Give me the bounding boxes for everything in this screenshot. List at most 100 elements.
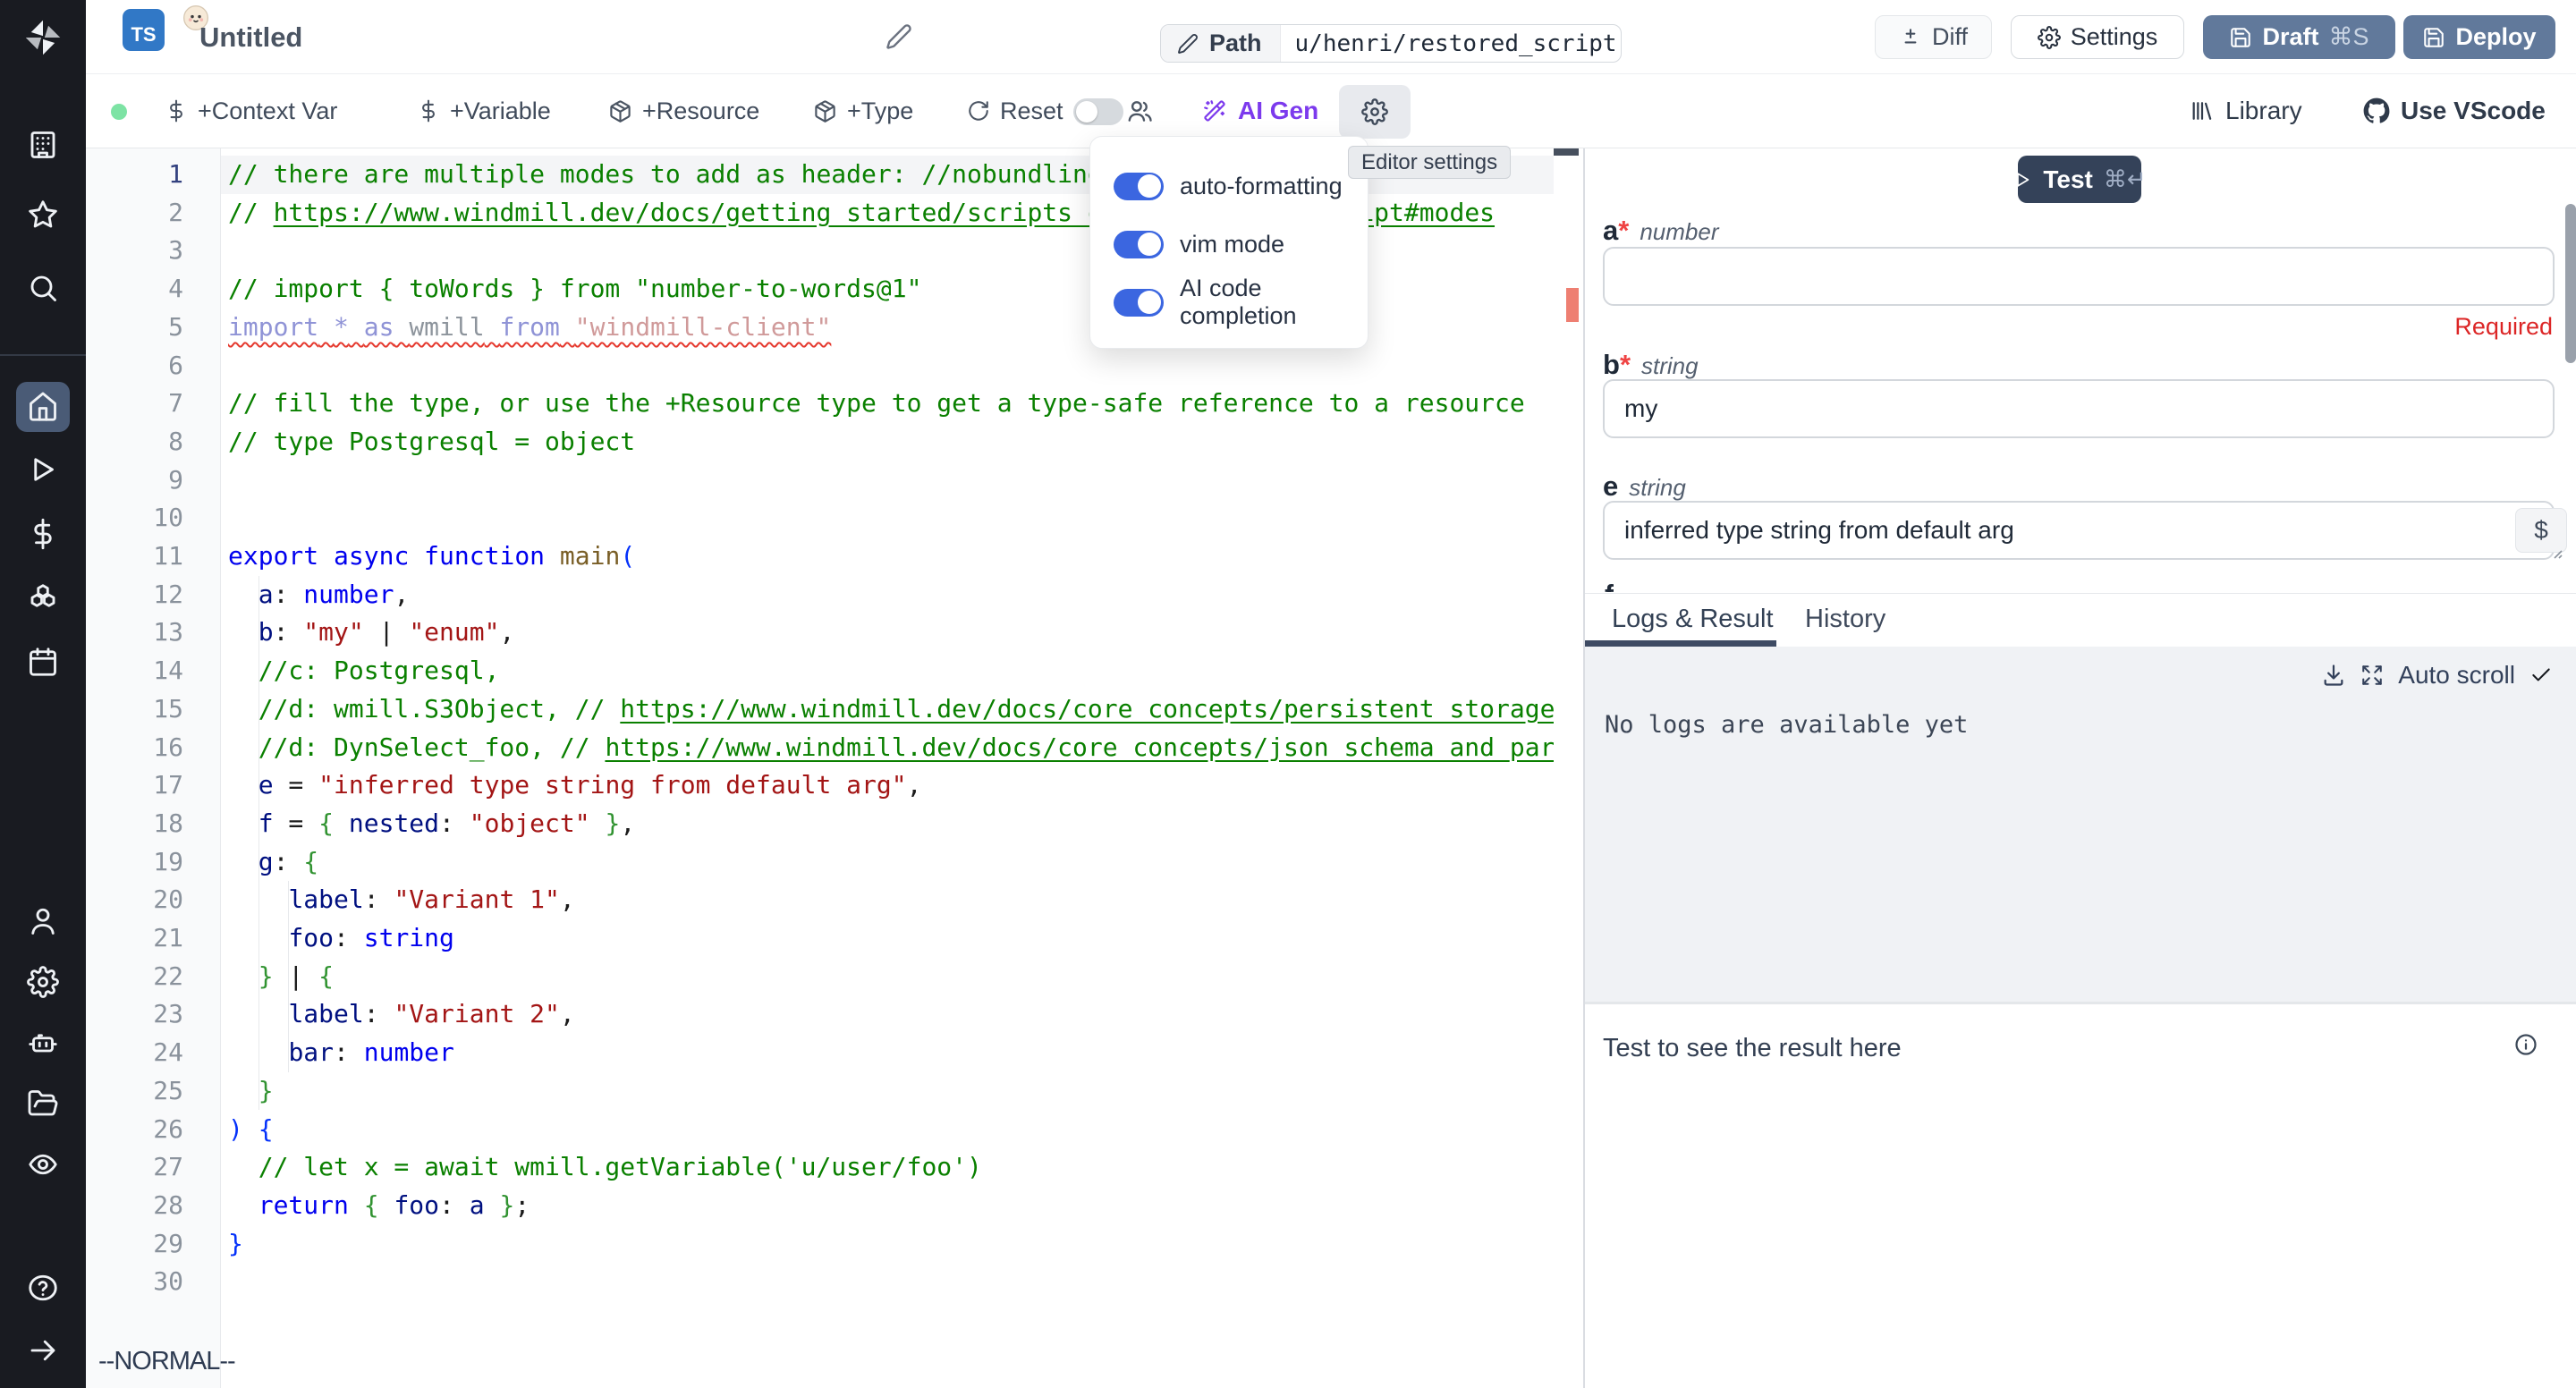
code-line: // type Postgresql = object: [228, 423, 635, 461]
tab-history[interactable]: History: [1805, 598, 1885, 640]
test-button[interactable]: Test ⌘↵: [2018, 156, 2141, 203]
use-vscode-label: Use VScode: [2401, 97, 2546, 125]
resize-handle[interactable]: [2549, 546, 2563, 564]
eye-icon: [27, 1148, 59, 1181]
collab-toggle[interactable]: [1073, 98, 1123, 125]
code-line: }: [228, 1225, 243, 1264]
overview-ruler[interactable]: [1554, 148, 1579, 1388]
diff-icon: [1899, 26, 1922, 49]
code-line: //d: DynSelect_foo, // https://www.windm…: [228, 729, 1554, 767]
code-line: b: "my" | "enum",: [228, 614, 514, 652]
sidebar-item-arrow-right[interactable]: [0, 1325, 86, 1375]
edit-summary-pencil-icon[interactable]: [886, 23, 912, 55]
sidebar-item-folder-open[interactable]: [0, 1079, 86, 1129]
download-logs-icon[interactable]: [2321, 663, 2346, 688]
sidebar-item-building[interactable]: [0, 120, 86, 170]
auto-formatting-label: auto-formatting: [1180, 173, 1343, 200]
field-a-label: a* number: [1603, 215, 1718, 247]
code-line: ) {: [228, 1111, 274, 1149]
field-a-input[interactable]: [1603, 247, 2555, 306]
home-icon: [27, 391, 59, 423]
diff-button[interactable]: Diff: [1875, 15, 1992, 59]
gear-icon: [1361, 98, 1388, 125]
sidebar-item-home[interactable]: [0, 382, 86, 432]
code-line: label: "Variant 1",: [228, 881, 575, 919]
field-b-input[interactable]: my: [1603, 379, 2555, 438]
field-e-label: e string: [1603, 470, 1686, 503]
wand-sparkles-icon: [1202, 98, 1227, 123]
line-number: 21: [86, 919, 183, 958]
path-label: Path: [1209, 30, 1262, 57]
add-type-button[interactable]: +Type: [813, 74, 913, 148]
search-icon: [27, 272, 59, 304]
line-number: 26: [86, 1111, 183, 1149]
sidebar-item-user[interactable]: [0, 896, 86, 946]
test-shortcut: ⌘↵: [2104, 165, 2147, 193]
sidebar-item-calendar[interactable]: [0, 637, 86, 687]
refresh-icon: [967, 99, 990, 123]
deploy-label: Deploy: [2455, 23, 2536, 51]
line-number: 3: [86, 232, 183, 270]
users-icon[interactable]: [1126, 97, 1153, 129]
library-button[interactable]: Library: [2190, 74, 2302, 148]
line-number: 8: [86, 423, 183, 461]
auto-scroll-checkbox[interactable]: [2529, 664, 2553, 687]
sidebar-item-bot[interactable]: [0, 1018, 86, 1068]
line-number: 30: [86, 1263, 183, 1301]
add-resource-button[interactable]: +Resource: [608, 74, 759, 148]
deploy-button[interactable]: Deploy: [2403, 15, 2555, 59]
field-e-input[interactable]: inferred type string from default arg: [1603, 501, 2555, 560]
panel-scrollbar[interactable]: [2565, 204, 2576, 363]
line-number: 20: [86, 881, 183, 919]
code-line: import * as wmill from "windmill-client": [228, 309, 831, 347]
line-number: 18: [86, 805, 183, 843]
auto-formatting-toggle[interactable]: [1114, 173, 1164, 200]
draft-button[interactable]: Draft ⌘S: [2203, 15, 2395, 59]
editor-settings-button[interactable]: [1339, 85, 1411, 139]
gear-icon: [2038, 26, 2061, 49]
required-error: Required: [2454, 313, 2553, 341]
use-vscode-button[interactable]: Use VScode: [2363, 74, 2546, 148]
sidebar-item-search[interactable]: [0, 263, 86, 313]
vim-mode-toggle[interactable]: [1114, 231, 1164, 258]
tab-logs-result[interactable]: Logs & Result: [1612, 598, 1774, 640]
line-number: 28: [86, 1187, 183, 1225]
path-value: u/henri/restored_script: [1281, 25, 1617, 62]
sidebar-item-star[interactable]: [0, 190, 86, 240]
line-number: 23: [86, 995, 183, 1034]
ai-code-completion-toggle[interactable]: [1114, 289, 1164, 317]
add-context-var-button[interactable]: +Context Var: [165, 74, 337, 148]
windmill-logo[interactable]: [0, 13, 86, 63]
ai-code-completion-label: AI code completion: [1180, 275, 1344, 330]
page-title: Untitled: [199, 21, 302, 54]
vim-status-bar: --NORMAL--: [98, 1347, 235, 1376]
code-line: f = { nested: "object" },: [228, 805, 635, 843]
menu-item-auto-formatting: auto-formatting: [1114, 164, 1344, 208]
code-line: } | {: [228, 958, 334, 996]
code-line: label: "Variant 2",: [228, 995, 575, 1034]
code-line: e = "inferred type string from default a…: [228, 766, 921, 805]
line-number: 4: [86, 270, 183, 309]
menu-item-ai-code-completion: AI code completion: [1114, 280, 1344, 325]
sidebar-item-eye[interactable]: [0, 1139, 86, 1189]
settings-button[interactable]: Settings: [2011, 15, 2184, 59]
github-icon: [2363, 97, 2390, 124]
sidebar-item-help[interactable]: [0, 1263, 86, 1313]
auto-scroll-label: Auto scroll: [2398, 661, 2515, 690]
sidebar-item-boxes[interactable]: [0, 573, 86, 623]
user-icon: [27, 905, 59, 937]
reset-button[interactable]: Reset: [967, 74, 1063, 148]
dollar-icon: [165, 99, 188, 123]
path-button[interactable]: Path u/henri/restored_script: [1160, 24, 1622, 63]
add-variable-button[interactable]: +Variable: [417, 74, 551, 148]
dollar-icon: [27, 518, 59, 550]
field-b-label: b* string: [1603, 349, 1699, 381]
sidebar-item-play[interactable]: [0, 444, 86, 495]
draft-label: Draft: [2262, 23, 2318, 51]
code-line: foo: string: [228, 919, 454, 958]
sidebar-item-gear[interactable]: [0, 957, 86, 1007]
info-icon[interactable]: [2513, 1032, 2538, 1062]
tabs-top-border: [1585, 593, 2576, 594]
expand-logs-icon[interactable]: [2360, 664, 2384, 687]
sidebar-item-dollar[interactable]: [0, 509, 86, 559]
